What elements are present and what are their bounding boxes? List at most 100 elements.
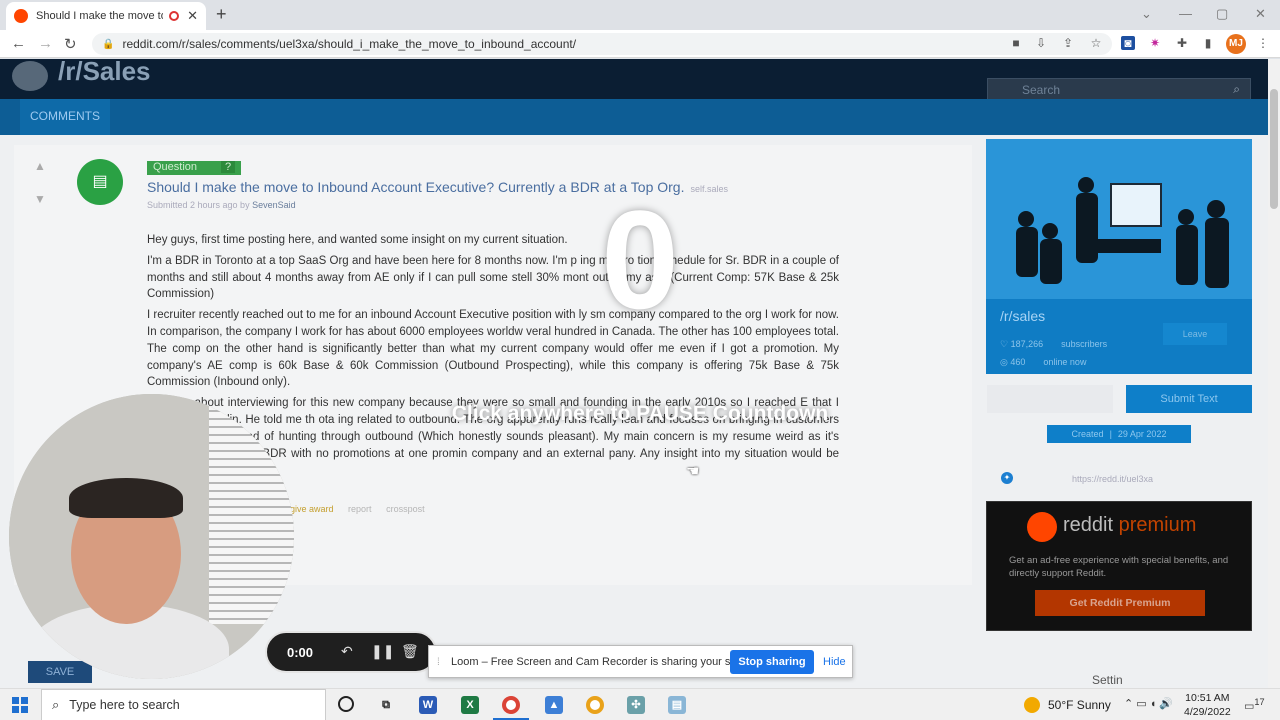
reload-icon[interactable]: ↻ — [64, 35, 77, 53]
pause-icon[interactable]: ❚❚ — [371, 643, 394, 660]
post-actions: give award report crosspost — [290, 504, 437, 514]
extensions-puzzle-icon[interactable]: ✚ — [1175, 36, 1189, 50]
downvote-icon[interactable]: ▼ — [34, 192, 46, 206]
submitted-text: Submitted 2 hours ago by — [147, 200, 250, 210]
search-input[interactable]: Search ⌕ — [987, 78, 1251, 100]
taskbar-search[interactable]: ⌕ Type here to search — [41, 689, 326, 720]
premium-word-reddit: reddit — [1063, 514, 1114, 536]
tab-title: Should I make the move to Inbound — [36, 10, 163, 22]
page-scrollbar[interactable] — [1268, 59, 1280, 688]
close-window-button[interactable]: ✕ — [1255, 6, 1266, 22]
online-count: 460 — [1010, 357, 1026, 367]
shortlink[interactable]: https://redd.it/uel3xa — [1072, 474, 1153, 484]
camera-icon[interactable]: ■ — [1009, 36, 1023, 50]
chrome-menu-icon[interactable]: ⋮ — [1256, 36, 1270, 50]
subreddit-header: /r/Sales Search ⌕ — [0, 59, 1268, 100]
settings-link[interactable]: Settin — [1092, 673, 1123, 687]
windows-start-icon[interactable] — [12, 697, 28, 713]
drag-handle-icon[interactable]: ⁞ — [437, 657, 440, 668]
forward-icon[interactable]: → — [38, 35, 53, 52]
submit-text-button[interactable]: Submit Text — [1126, 385, 1252, 413]
search-placeholder: Search — [1022, 83, 1061, 97]
url-text: reddit.com/r/sales/comments/uel3xa/shoul… — [122, 37, 577, 51]
upvote-icon[interactable]: ▲ — [34, 159, 46, 173]
install-icon[interactable]: ⇩ — [1034, 36, 1048, 50]
recording-timer: 0:00 — [287, 645, 314, 660]
back-icon[interactable]: ← — [11, 35, 26, 52]
leave-button[interactable]: Leave — [1163, 323, 1227, 345]
share-icon[interactable]: ⇪ — [1061, 36, 1075, 50]
author-link[interactable]: SevenSaid — [252, 200, 296, 210]
close-tab-icon[interactable]: ✕ — [187, 8, 198, 24]
chrome-profile-icon[interactable] — [586, 696, 604, 714]
online-dot-icon: ◎ — [1000, 357, 1008, 367]
search-icon[interactable]: ⌕ — [1233, 82, 1240, 97]
post-paragraph: Hey guys, first time posting here, and w… — [147, 234, 568, 246]
word-icon[interactable]: W — [419, 696, 437, 714]
delete-icon[interactable]: 🗑 — [401, 643, 419, 660]
window-blinds — [209, 404, 294, 624]
extension-icon[interactable]: ◙ — [1121, 36, 1135, 50]
app-icon[interactable]: ▲ — [545, 696, 563, 714]
give-award-link[interactable]: give award — [290, 504, 334, 514]
notepad-icon[interactable]: ▤ — [668, 696, 686, 714]
stop-sharing-button[interactable]: Stop sharing — [730, 650, 814, 674]
windows-taskbar: ⌕ Type here to search ⧉ W X ▲ ✣ ▤ 50°F S… — [0, 688, 1280, 720]
subscriber-label: subscribers — [1061, 339, 1108, 349]
lock-icon: 🔒 — [102, 38, 115, 50]
hide-button[interactable]: Hide — [823, 656, 846, 668]
reddit-snoo-icon[interactable] — [12, 61, 48, 91]
notifications-icon[interactable]: ▭17 — [1244, 697, 1265, 713]
chrome-icon[interactable] — [502, 696, 520, 714]
sidebar-subreddit-name[interactable]: /r/sales — [1000, 308, 1045, 324]
post-meta: Submitted 2 hours ago by SevenSaid — [147, 200, 296, 210]
cortana-icon[interactable] — [338, 696, 354, 712]
profile-avatar[interactable]: MJ — [1226, 34, 1246, 54]
side-panel-icon[interactable]: ▮ — [1201, 36, 1215, 50]
maximize-window-button[interactable]: ▢ — [1216, 6, 1228, 22]
browser-toolbar: ← → ↻ 🔒 reddit.com/r/sales/comments/uel3… — [0, 30, 1280, 58]
crosspost-link[interactable]: crosspost — [386, 504, 425, 514]
tab-comments[interactable]: COMMENTS — [20, 99, 110, 135]
clock-date: 4/29/2022 — [1184, 706, 1231, 718]
new-tab-button[interactable]: + — [216, 4, 227, 25]
task-view-icon[interactable]: ⧉ — [377, 696, 395, 714]
tab-search-icon[interactable]: ⌄ — [1141, 6, 1152, 22]
flair-mark: ? — [221, 161, 236, 173]
subreddit-stats: ♡ 187,266 subscribers ◎ 460 online now — [1000, 335, 1107, 371]
reddit-premium-logo-icon — [1027, 512, 1057, 542]
subscriber-count: 187,266 — [1010, 339, 1044, 349]
report-link[interactable]: report — [348, 504, 372, 514]
system-tray-icons[interactable]: ⌃ ▭ ◖ 🔊 — [1124, 697, 1173, 710]
browser-tab-strip: Should I make the move to Inbound ✕ + ⌄ … — [0, 0, 1280, 30]
restart-icon[interactable]: ↶ — [341, 643, 353, 660]
search-icon: ⌕ — [52, 697, 60, 712]
created-label: Created — [1071, 429, 1104, 439]
settings-app-icon[interactable]: ✣ — [627, 696, 645, 714]
subreddit-banner-image — [986, 139, 1252, 299]
submit-link-button[interactable] — [987, 385, 1113, 413]
excel-icon[interactable]: X — [461, 696, 479, 714]
address-bar[interactable]: 🔒 reddit.com/r/sales/comments/uel3xa/sho… — [92, 33, 1112, 55]
countdown-number[interactable]: 0 — [560, 185, 720, 335]
webcam-bubble[interactable] — [9, 394, 294, 679]
notification-count: 17 — [1254, 697, 1265, 707]
subreddit-name[interactable]: /r/Sales — [58, 59, 151, 87]
bookmark-star-icon[interactable]: ☆ — [1089, 36, 1103, 50]
post-paragraph: I recruiter recently reached out to me f… — [147, 309, 839, 389]
browser-tab[interactable]: Should I make the move to Inbound ✕ — [6, 2, 206, 30]
premium-description: Get an ad-free experience with special b… — [1009, 555, 1229, 579]
taskbar-clock[interactable]: 10:51 AM 4/29/2022 — [1184, 691, 1231, 719]
loom-extension-icon[interactable]: ✷ — [1148, 36, 1162, 50]
reddit-favicon-icon — [14, 9, 28, 23]
pause-countdown-prompt[interactable]: Click anywhere to PAUSE Countdown — [380, 402, 900, 426]
post-paragraph: I'm a BDR in Toronto at a top SaaS Org a… — [147, 254, 839, 301]
weather-widget[interactable]: 50°F Sunny — [1024, 697, 1111, 713]
recording-indicator-icon — [169, 11, 180, 21]
created-date: 29 Apr 2022 — [1117, 429, 1167, 439]
minimize-window-button[interactable]: — — [1179, 6, 1192, 21]
premium-word-premium: premium — [1118, 514, 1197, 536]
scrollbar-thumb[interactable] — [1270, 89, 1278, 209]
get-premium-button[interactable]: Get Reddit Premium — [1035, 590, 1205, 616]
post-flair: Question? — [147, 161, 242, 175]
